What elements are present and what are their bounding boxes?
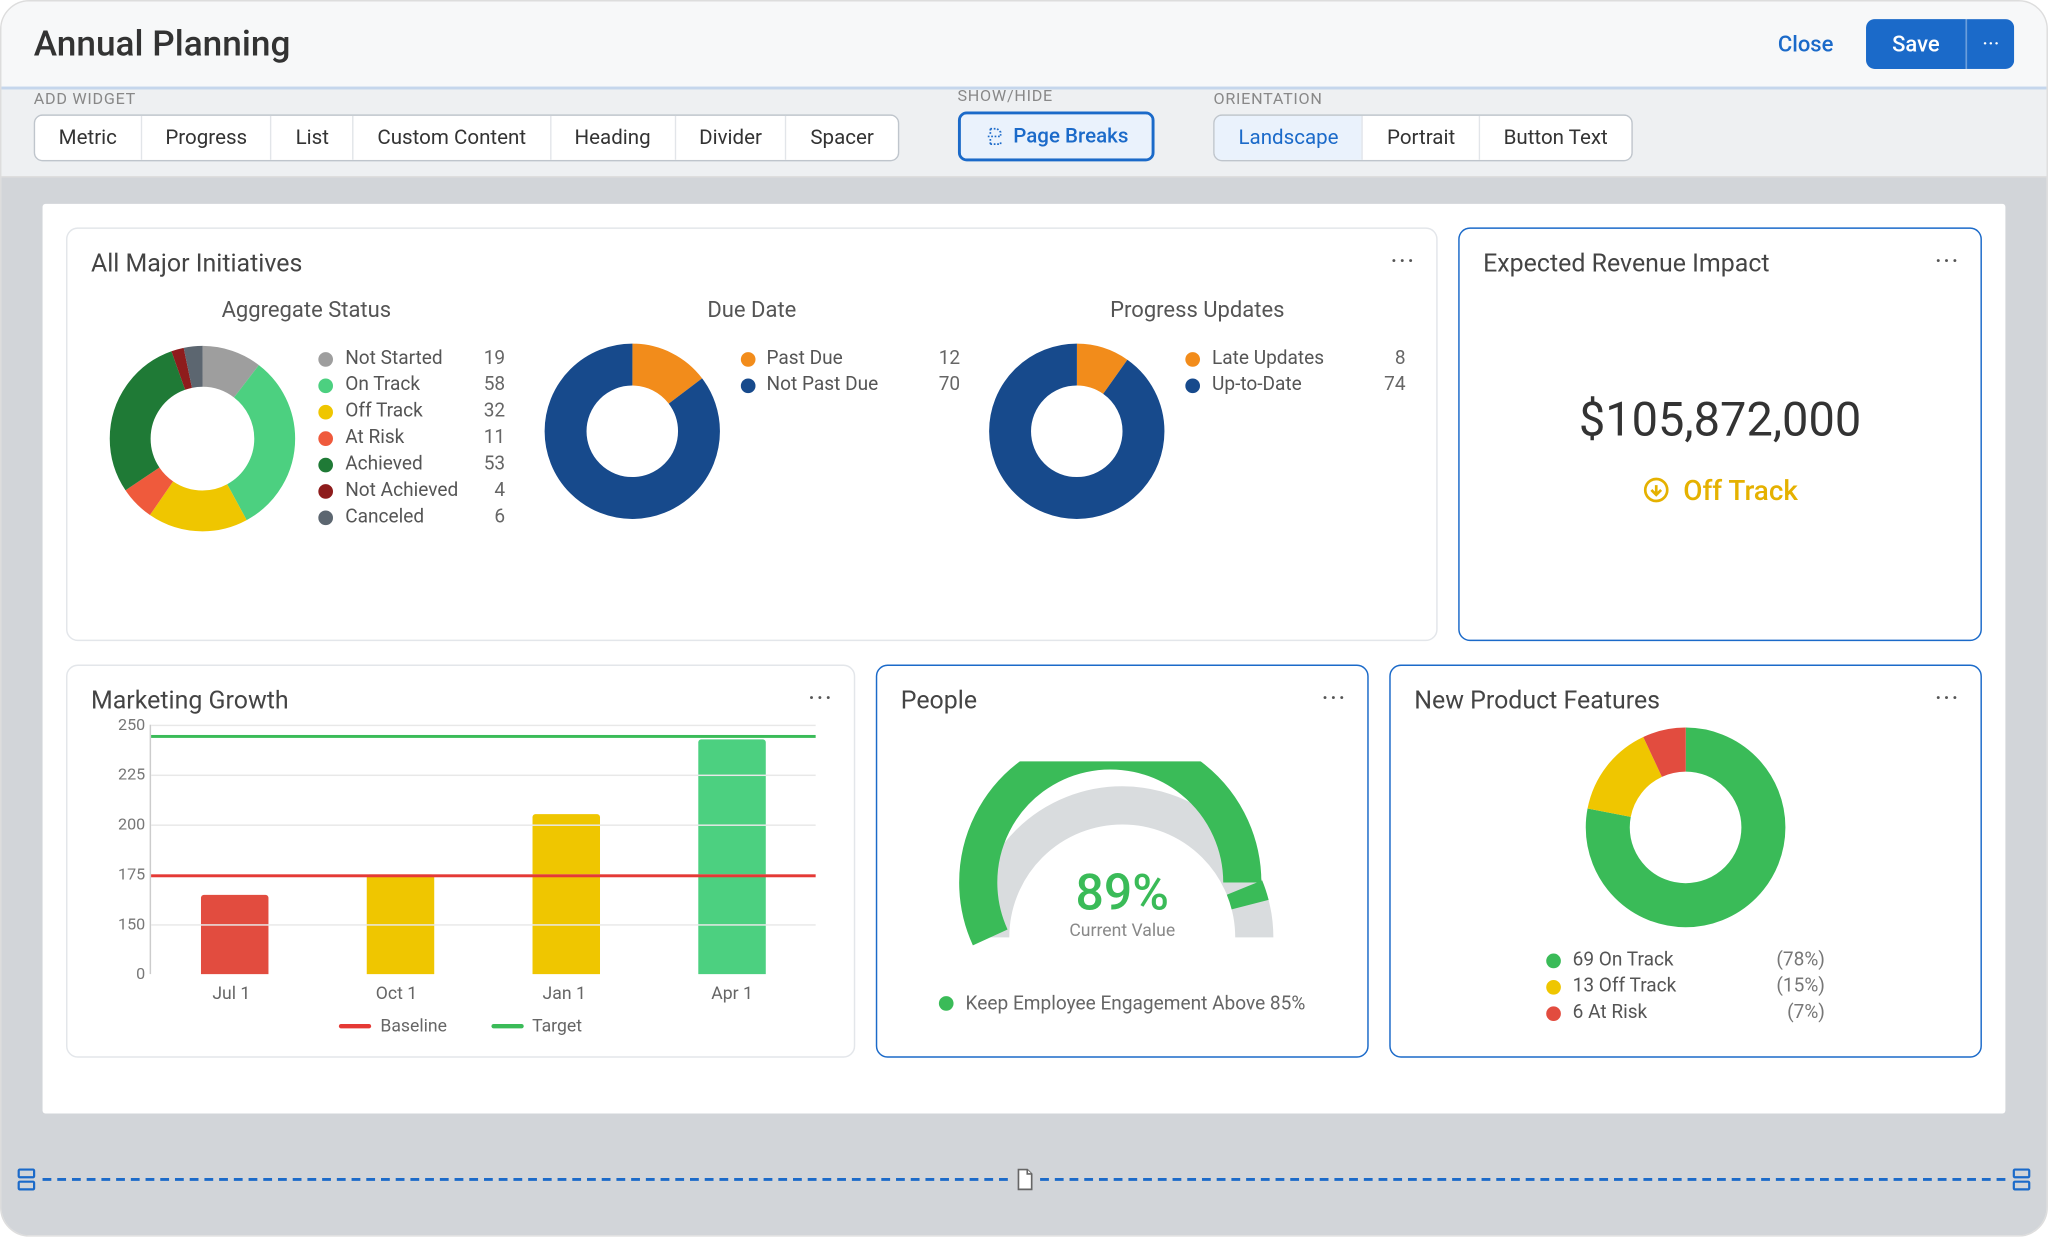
add-widget-label: ADD WIDGET bbox=[34, 89, 899, 108]
close-link[interactable]: Close bbox=[1778, 31, 1834, 57]
legend-item: Achieved53 bbox=[319, 453, 505, 475]
card-initiatives[interactable]: All Major Initiatives ··· Aggregate Stat… bbox=[66, 227, 1438, 641]
bar bbox=[533, 814, 600, 974]
add-widget-progress[interactable]: Progress bbox=[142, 116, 272, 160]
page-breaks-label: Page Breaks bbox=[1013, 125, 1128, 148]
aggregate-title: Aggregate Status bbox=[222, 296, 392, 322]
legend-item: 6 At Risk(7%) bbox=[1546, 1002, 1825, 1024]
toolbar: ADD WIDGET MetricProgressListCustom Cont… bbox=[1, 89, 2046, 177]
app-root: Annual Planning Close Save ··· ADD WIDGE… bbox=[0, 0, 2048, 1237]
legend-item: Canceled6 bbox=[319, 506, 505, 528]
card-menu-icon[interactable]: ··· bbox=[1935, 684, 1960, 715]
due-legend: Past Due12 Not Past Due70 bbox=[740, 343, 960, 400]
add-widget-group: ADD WIDGET MetricProgressListCustom Cont… bbox=[34, 89, 899, 161]
orientation-seg: LandscapePortraitButton Text bbox=[1214, 114, 1633, 161]
card-people[interactable]: People ··· 89% Current Value Keep bbox=[876, 665, 1369, 1058]
people-sub: Current Value bbox=[946, 919, 1298, 940]
legend-item: Off Track32 bbox=[319, 400, 505, 422]
card-npf[interactable]: New Product Features ··· 69 On Track(78%… bbox=[1389, 665, 1982, 1058]
add-widget-metric[interactable]: Metric bbox=[35, 116, 142, 160]
show-hide-label: SHOW/HIDE bbox=[957, 87, 1154, 106]
card-title: Marketing Growth bbox=[91, 687, 830, 716]
marketing-chart: 0150175200225250 bbox=[150, 725, 816, 974]
header-bar: Annual Planning Close Save ··· bbox=[1, 1, 2046, 89]
add-widget-heading[interactable]: Heading bbox=[551, 116, 676, 160]
orientation-landscape[interactable]: Landscape bbox=[1215, 116, 1364, 160]
aggregate-donut bbox=[108, 343, 299, 534]
page-break-indicator[interactable] bbox=[10, 1165, 2037, 1194]
legend-item: Not Started19 bbox=[319, 348, 505, 370]
legend-item: At Risk11 bbox=[319, 427, 505, 449]
add-widget-list[interactable]: List bbox=[272, 116, 354, 160]
page-breaks-toggle[interactable]: Page Breaks bbox=[957, 111, 1154, 161]
marketing-xaxis: Jul 1Oct 1Jan 1Apr 1 bbox=[150, 983, 816, 1004]
due-donut bbox=[544, 343, 720, 519]
page-title: Annual Planning bbox=[34, 23, 291, 64]
legend-item: Not Past Due70 bbox=[740, 374, 960, 396]
due-title: Due Date bbox=[707, 296, 796, 322]
legend-item: 69 On Track(78%) bbox=[1546, 949, 1825, 971]
canvas: All Major Initiatives ··· Aggregate Stat… bbox=[1, 178, 2046, 1236]
page-break-handle-icon[interactable] bbox=[2008, 1166, 2034, 1192]
save-more-button[interactable]: ··· bbox=[1966, 19, 2014, 69]
revenue-value: $105,872,000 bbox=[1579, 391, 1861, 447]
bar bbox=[200, 894, 267, 974]
orientation-label: ORIENTATION bbox=[1214, 89, 1633, 108]
legend-item: Past Due12 bbox=[740, 348, 960, 370]
legend-item: Late Updates8 bbox=[1186, 348, 1406, 370]
card-title: All Major Initiatives bbox=[91, 249, 1413, 278]
legend-item: Up-to-Date74 bbox=[1186, 374, 1406, 396]
card-revenue[interactable]: Expected Revenue Impact ··· $105,872,000… bbox=[1458, 227, 1982, 641]
npf-legend: 69 On Track(78%) 13 Off Track(15%) 6 At Ri… bbox=[1546, 945, 1825, 1029]
card-title: People bbox=[901, 687, 1344, 716]
add-widget-spacer[interactable]: Spacer bbox=[787, 116, 897, 160]
page-break-icon bbox=[984, 126, 1005, 147]
save-button[interactable]: Save bbox=[1866, 19, 1966, 69]
legend-item: 13 Off Track(15%) bbox=[1546, 976, 1825, 998]
page-icon bbox=[1011, 1166, 1037, 1192]
people-percent: 89% bbox=[946, 863, 1298, 922]
progress-legend: Late Updates8 Up-to-Date74 bbox=[1186, 343, 1406, 400]
card-title: Expected Revenue Impact bbox=[1483, 249, 1957, 278]
revenue-status: Off Track bbox=[1642, 473, 1798, 507]
orientation-button-text[interactable]: Button Text bbox=[1480, 116, 1631, 160]
legend-item: On Track58 bbox=[319, 374, 505, 396]
show-hide-group: SHOW/HIDE Page Breaks bbox=[957, 87, 1154, 162]
dot-icon bbox=[939, 996, 954, 1011]
add-widget-seg: MetricProgressListCustom ContentHeadingD… bbox=[34, 114, 899, 161]
add-widget-custom-content[interactable]: Custom Content bbox=[354, 116, 551, 160]
orientation-portrait[interactable]: Portrait bbox=[1364, 116, 1481, 160]
progress-title: Progress Updates bbox=[1110, 296, 1284, 322]
card-menu-icon[interactable]: ··· bbox=[1935, 246, 1960, 277]
progress-donut bbox=[989, 343, 1165, 519]
card-title: New Product Features bbox=[1414, 687, 1957, 716]
legend-item: Not Achieved4 bbox=[319, 480, 505, 502]
card-menu-icon[interactable]: ··· bbox=[1322, 684, 1347, 715]
orientation-group: ORIENTATION LandscapePortraitButton Text bbox=[1214, 89, 1633, 161]
people-goal: Keep Employee Engagement Above 85% bbox=[939, 992, 1305, 1014]
card-menu-icon[interactable]: ··· bbox=[1391, 246, 1416, 277]
down-circle-icon bbox=[1642, 475, 1671, 504]
dashboard-page: All Major Initiatives ··· Aggregate Stat… bbox=[43, 204, 2006, 1114]
page-break-handle-icon[interactable] bbox=[13, 1166, 39, 1192]
card-menu-icon[interactable]: ··· bbox=[808, 684, 833, 715]
aggregate-legend: Not Started19 On Track58 Off Track32 At Ris… bbox=[319, 343, 505, 532]
marketing-legend: Baseline Target bbox=[91, 1015, 830, 1036]
add-widget-divider[interactable]: Divider bbox=[676, 116, 787, 160]
npf-donut bbox=[1583, 725, 1788, 930]
card-marketing[interactable]: Marketing Growth ··· 0150175200225250 Ju… bbox=[66, 665, 855, 1058]
